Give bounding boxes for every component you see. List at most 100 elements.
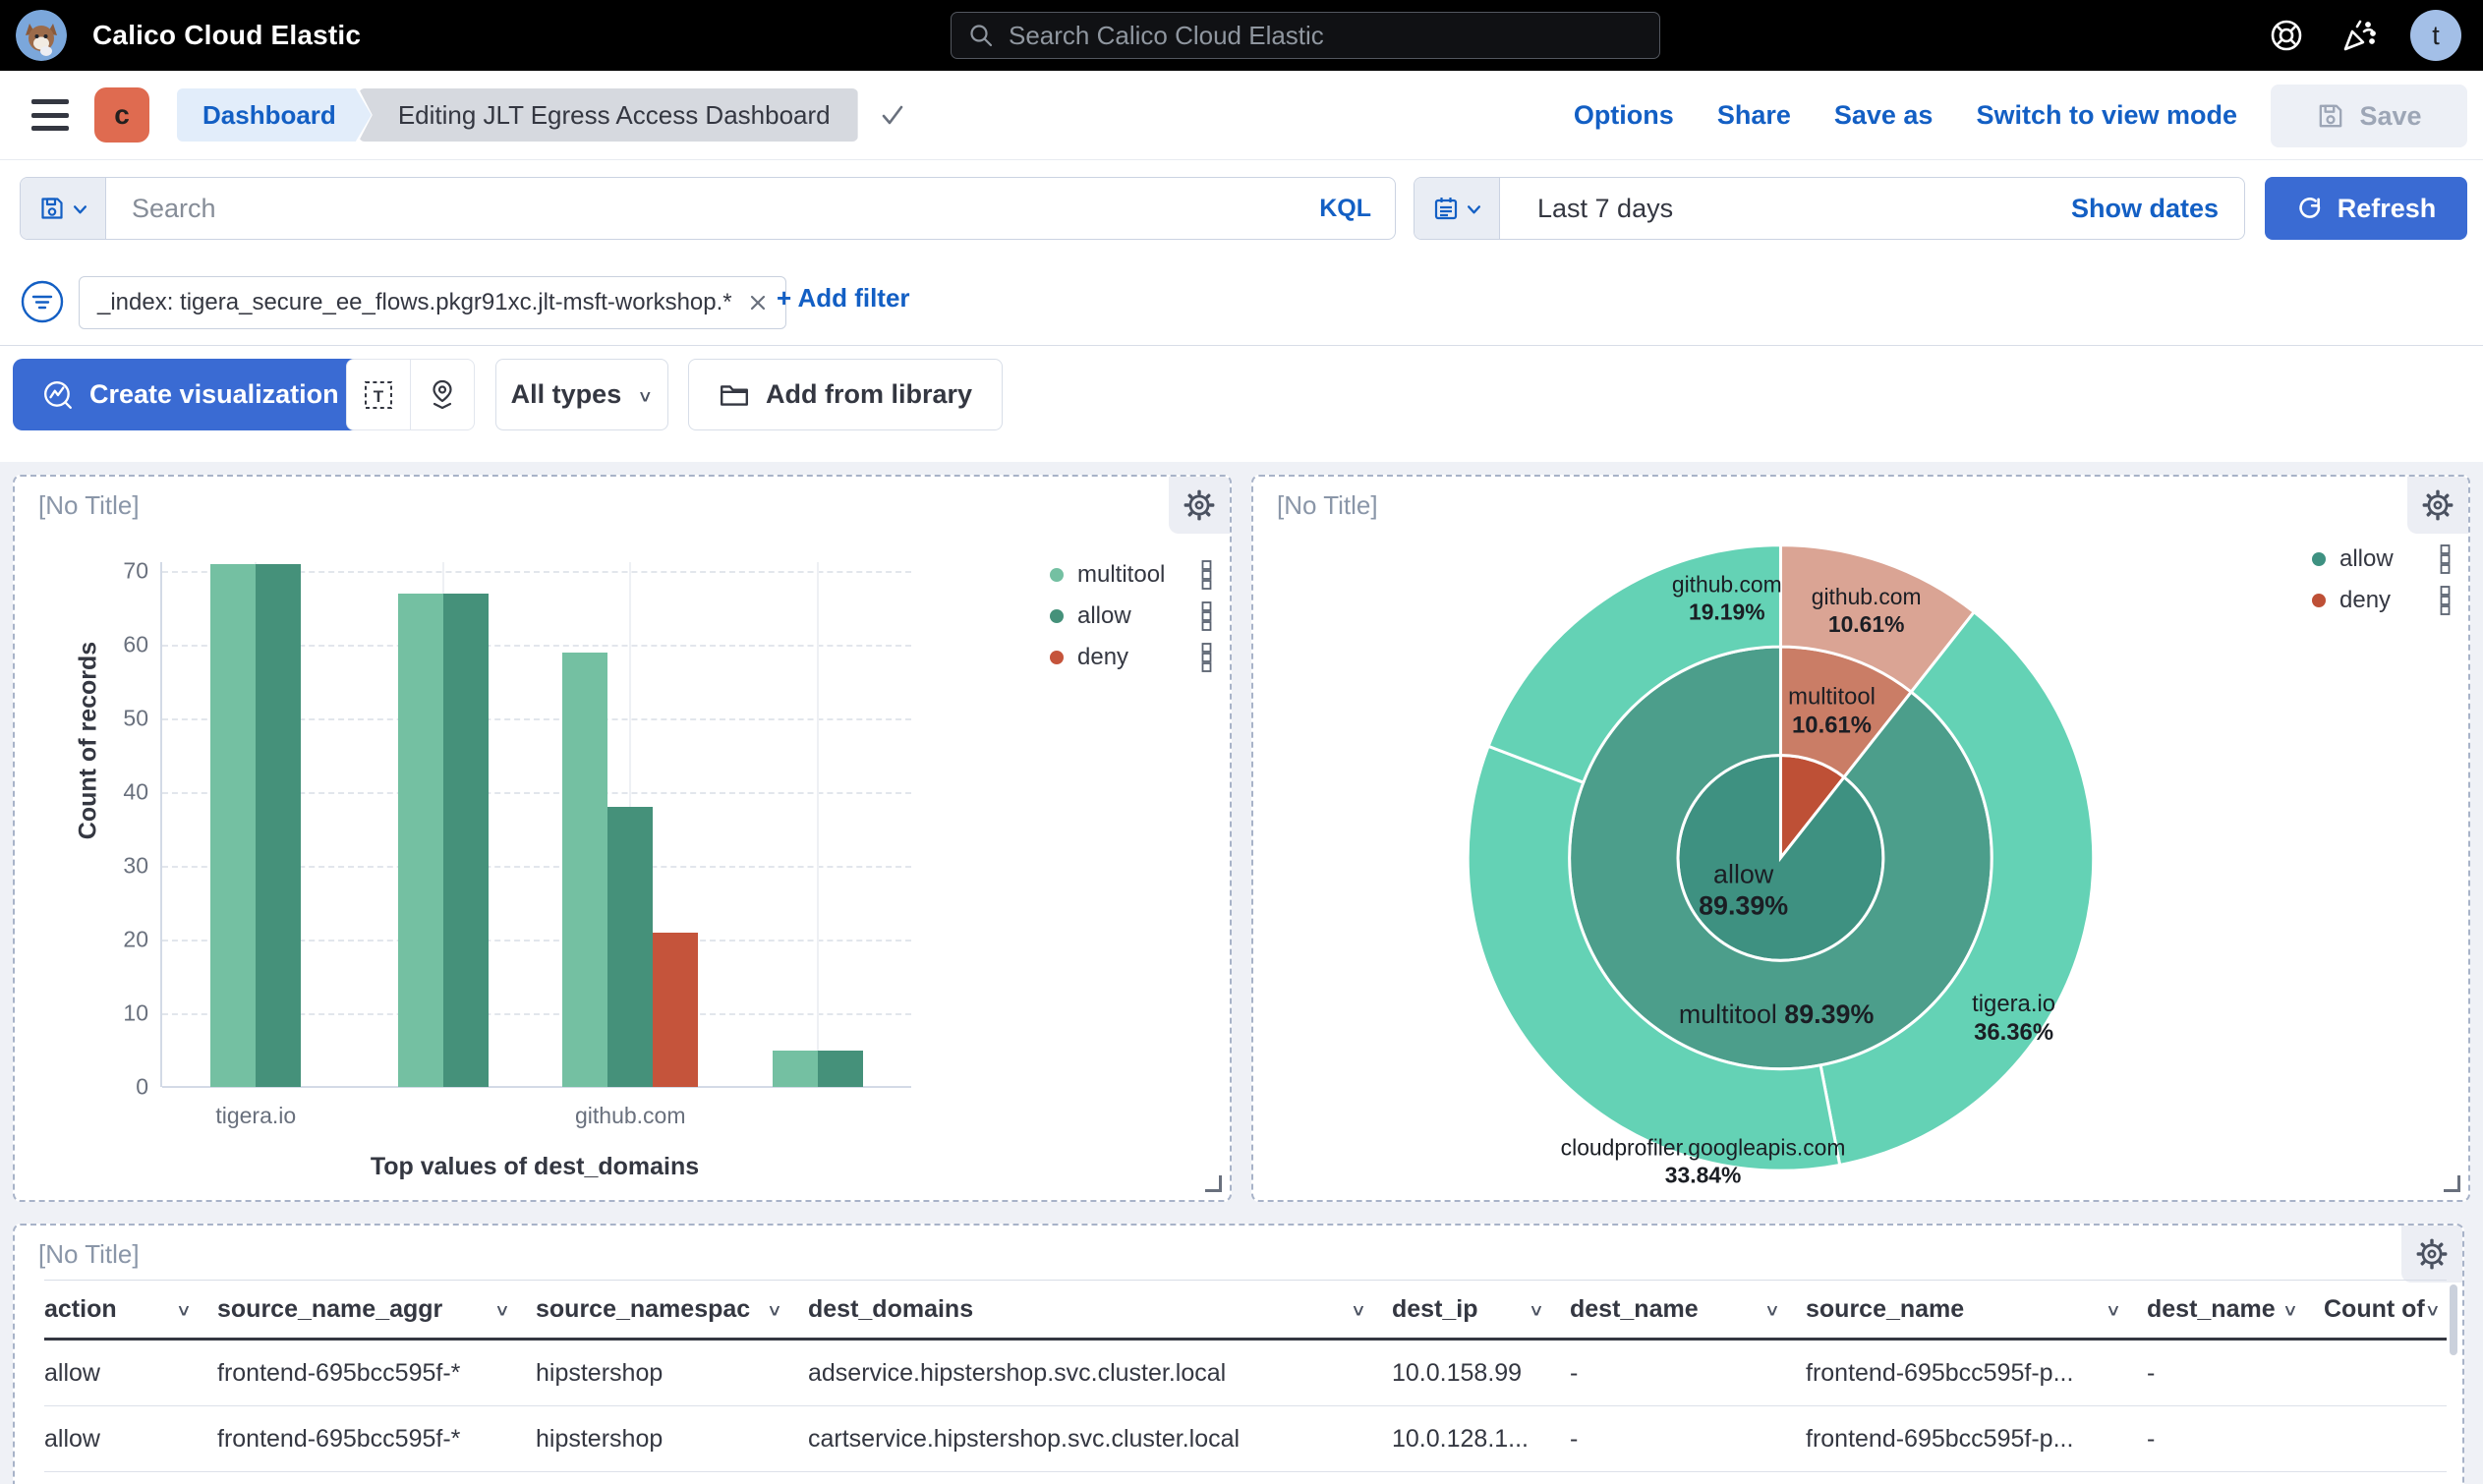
- panel-settings-button[interactable]: [2401, 1226, 2462, 1283]
- kql-language-button[interactable]: KQL: [1319, 195, 1371, 223]
- newsfeed-icon[interactable]: [2338, 15, 2379, 56]
- bar-multitool[interactable]: [562, 653, 607, 1088]
- table-column-header[interactable]: action: [44, 1281, 217, 1338]
- menu-icon[interactable]: [31, 99, 69, 131]
- column-label: Count of: [2324, 1295, 2425, 1324]
- table-column-header[interactable]: Count of: [2324, 1281, 2447, 1338]
- bar-multitool[interactable]: [398, 594, 443, 1088]
- legend-actions-icon: [1200, 559, 1213, 591]
- add-from-library-button[interactable]: Add from library: [688, 359, 1003, 430]
- panel-title: [No Title]: [38, 490, 140, 521]
- legend-dot: [1050, 609, 1064, 623]
- filter-options-icon[interactable]: [20, 279, 65, 324]
- text-box-icon: T: [362, 378, 395, 412]
- panel-resize-handle[interactable]: [1205, 1175, 1222, 1192]
- filter-pill[interactable]: _index: tigera_secure_ee_flows.pkgr91xc.…: [79, 276, 786, 329]
- bar-chart-plot: 010203040506070tigera.iogithub.com: [160, 562, 911, 1087]
- table-row[interactable]: allowfrontend-695bcc595f-*hipstershopcar…: [44, 1406, 2447, 1472]
- bar-deny[interactable]: [653, 933, 698, 1088]
- svg-text:T: T: [374, 387, 384, 406]
- add-filter-button[interactable]: + Add filter: [777, 283, 910, 314]
- table-column-header[interactable]: source_name: [1806, 1281, 2147, 1338]
- global-search-input[interactable]: [1007, 20, 1644, 52]
- table-cell: 10.0.128.1...: [1392, 1406, 1570, 1471]
- legend-item[interactable]: deny: [1050, 644, 1213, 670]
- legend-actions-icon: [1200, 642, 1213, 673]
- table-cell: frontend-695bcc595f-p...: [1806, 1341, 2147, 1405]
- legend-actions-button[interactable]: [2439, 585, 2452, 616]
- table-column-header[interactable]: source_name_aggr: [217, 1281, 536, 1338]
- chevron-down-icon: [1764, 1295, 1780, 1324]
- legend-actions-button[interactable]: [1200, 559, 1213, 591]
- table-cell: -: [1570, 1341, 1806, 1405]
- legend-item[interactable]: allow: [2312, 545, 2452, 572]
- table-row[interactable]: allowfrontend-695bcc595f-*hipstershopads…: [44, 1341, 2447, 1406]
- calico-logo[interactable]: [16, 10, 67, 61]
- show-dates-button[interactable]: Show dates: [2071, 194, 2219, 224]
- legend-item[interactable]: multitool: [1050, 561, 1213, 588]
- table-cell: -: [2147, 1341, 2324, 1405]
- y-tick-label: 0: [103, 1074, 148, 1101]
- legend-dot: [2312, 552, 2326, 566]
- legend-actions-button[interactable]: [1200, 600, 1213, 632]
- legend-label: multitool: [1077, 561, 1200, 589]
- add-map-button[interactable]: [410, 360, 474, 429]
- space-badge[interactable]: c: [94, 87, 149, 143]
- data-table: actionsource_name_aggrsource_namespac des…: [44, 1280, 2447, 1472]
- create-visualization-button[interactable]: Create visualization: [13, 359, 369, 430]
- legend-item[interactable]: allow: [1050, 602, 1213, 629]
- chevron-down-icon: [767, 1295, 782, 1324]
- breadcrumb-current[interactable]: Editing JLT Egress Access Dashboard: [359, 88, 858, 142]
- bar-multitool[interactable]: [210, 564, 256, 1088]
- user-avatar[interactable]: t: [2410, 10, 2461, 61]
- legend-actions-button[interactable]: [1200, 642, 1213, 673]
- y-tick-label: 60: [103, 632, 148, 658]
- panel-settings-button[interactable]: [1169, 477, 1230, 534]
- table-column-header[interactable]: source_namespac: [536, 1281, 808, 1338]
- bar-allow[interactable]: [256, 564, 301, 1088]
- x-axis-title: Top values of dest_domains: [371, 1153, 699, 1181]
- bar-allow[interactable]: [443, 594, 489, 1088]
- panel-resize-handle[interactable]: [2444, 1175, 2460, 1192]
- bar-allow[interactable]: [818, 1051, 863, 1088]
- all-types-dropdown[interactable]: All types: [495, 359, 668, 430]
- table-column-header[interactable]: dest_ip: [1392, 1281, 1570, 1338]
- column-label: dest_domains: [808, 1295, 973, 1324]
- options-button[interactable]: Options: [1574, 100, 1674, 131]
- legend-item[interactable]: deny: [2312, 587, 2452, 613]
- legend-actions-icon: [2439, 543, 2452, 575]
- breadcrumb-dashboard[interactable]: Dashboard: [177, 88, 372, 142]
- table-scrollbar[interactable]: [2450, 1284, 2457, 1355]
- bar-multitool[interactable]: [773, 1051, 818, 1088]
- legend-dot: [1050, 568, 1064, 582]
- table-column-header[interactable]: dest_name: [2147, 1281, 2324, 1338]
- column-label: source_name: [1806, 1295, 1964, 1324]
- help-icon[interactable]: [2267, 16, 2306, 55]
- close-icon[interactable]: [748, 293, 768, 313]
- save-as-button[interactable]: Save as: [1834, 100, 1934, 131]
- kql-search-input[interactable]: [106, 178, 1319, 239]
- table-column-header[interactable]: dest_name: [1570, 1281, 1806, 1338]
- column-label: source_namespac: [536, 1295, 750, 1324]
- save-button[interactable]: Save: [2271, 85, 2467, 147]
- date-quick-menu-button[interactable]: [1415, 178, 1500, 239]
- table-cell: frontend-695bcc595f-*: [217, 1406, 536, 1471]
- column-label: dest_ip: [1392, 1295, 1478, 1324]
- chevron-down-icon: [637, 379, 653, 410]
- bar-allow[interactable]: [607, 807, 653, 1087]
- global-search[interactable]: [951, 12, 1660, 59]
- time-range-value[interactable]: Last 7 days: [1500, 194, 1673, 224]
- switch-view-mode-button[interactable]: Switch to view mode: [1976, 100, 2237, 131]
- panels-grid: [No Title] Count of records 010203040506…: [0, 462, 2483, 1484]
- table-column-header[interactable]: dest_domains: [808, 1281, 1392, 1338]
- y-tick-label: 40: [103, 779, 148, 806]
- add-text-button[interactable]: T: [347, 360, 410, 429]
- table-cell: 10.0.158.99: [1392, 1341, 1570, 1405]
- legend-actions-button[interactable]: [2439, 543, 2452, 575]
- refresh-button[interactable]: Refresh: [2265, 177, 2467, 240]
- share-button[interactable]: Share: [1717, 100, 1791, 131]
- legend-dot: [2312, 594, 2326, 607]
- x-tick-label: github.com: [575, 1103, 686, 1129]
- saved-query-menu-button[interactable]: [21, 178, 106, 239]
- table-cell: -: [1570, 1406, 1806, 1471]
